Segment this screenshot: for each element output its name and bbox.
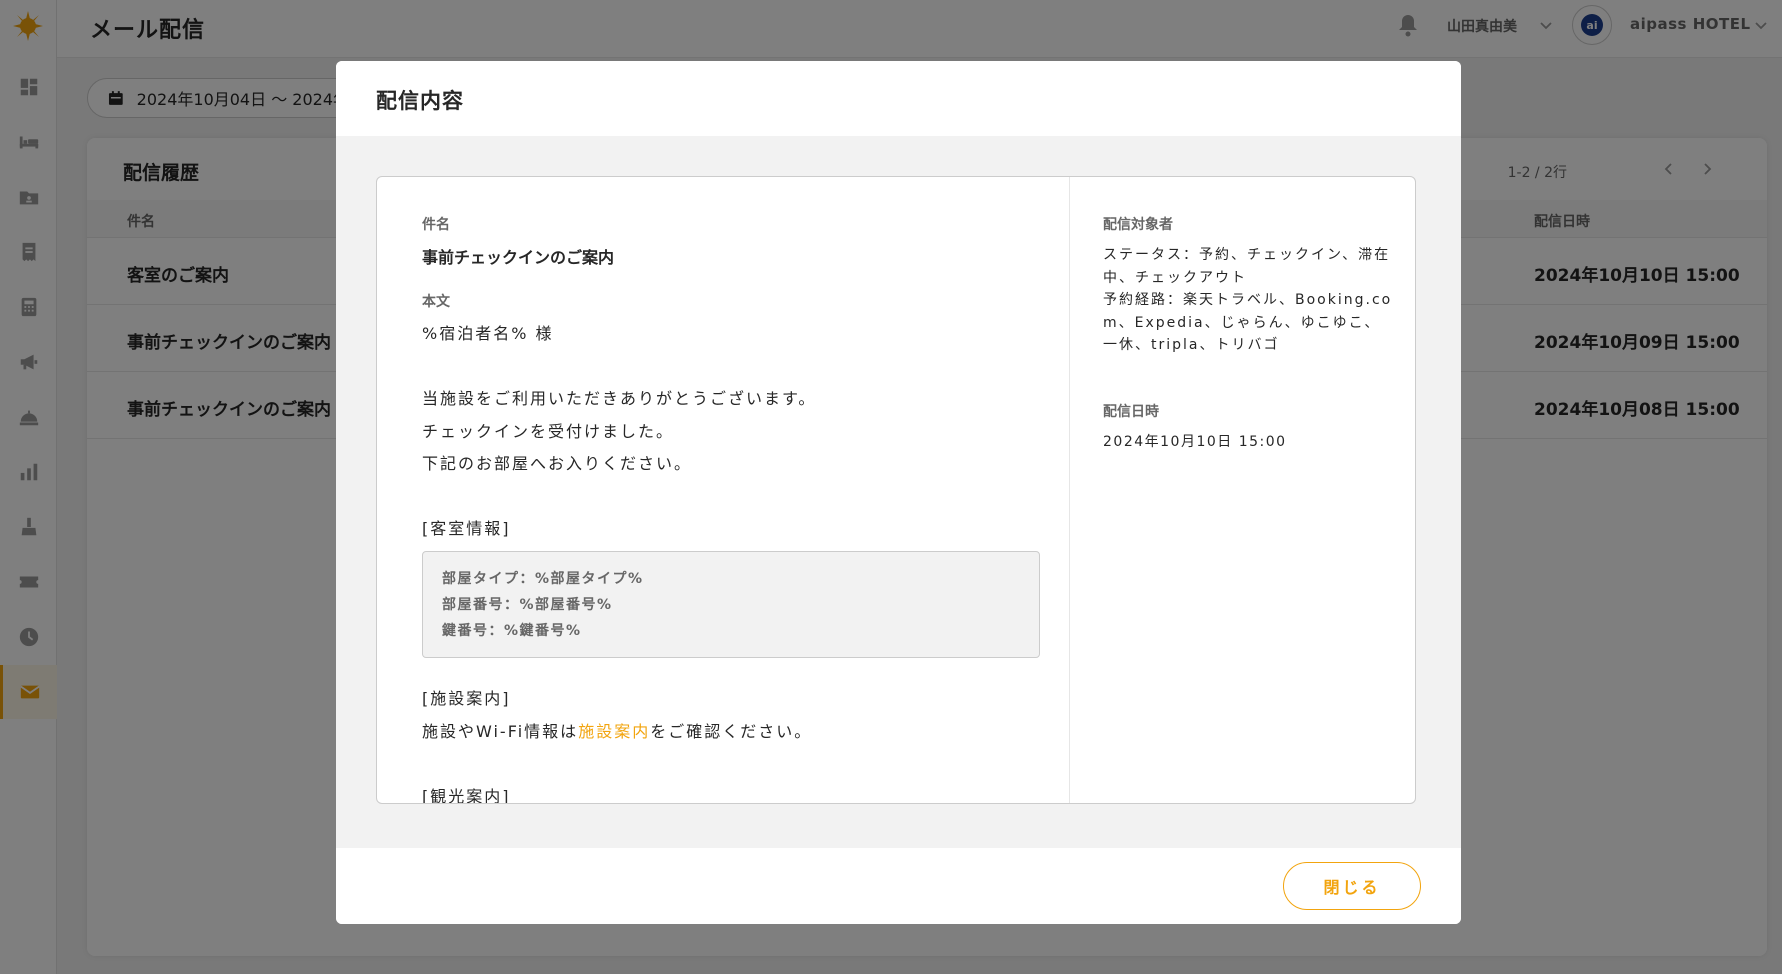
target-label: 配信対象者 [1103,217,1173,233]
body-label: 本文 [422,294,450,310]
room-type-line: 部屋タイプ：%部屋タイプ% [442,571,644,587]
modal-footer: 閉じる [336,848,1461,924]
room-info-heading: [客室情報] [422,519,511,538]
subject-value: 事前チェックインのご案内 [422,248,615,267]
facility-suffix: をご確認ください。 [650,722,813,741]
modal-body: 件名 事前チェックインのご案内 本文 %宿泊者名% 様 当施設をご利用いただきあ… [336,136,1461,848]
body-line: 下記のお部屋へお入りください。 [422,454,693,473]
mail-content-column: 件名 事前チェックインのご案内 本文 %宿泊者名% 様 当施設をご利用いただきあ… [377,177,1070,804]
delivery-date-value: 2024年10月10日 15:00 [1103,434,1287,450]
body-line: 当施設をご利用いただきありがとうございます。 [422,389,817,408]
delivery-date-label: 配信日時 [1103,404,1159,420]
body-line: チェックインを受付けました。 [422,422,675,441]
delivery-info-column: 配信対象者 ステータス：予約、チェックイン、滞在中、チェックアウト 予約経路：楽… [1071,177,1415,803]
close-button[interactable]: 閉じる [1283,862,1421,910]
facility-guide-link[interactable]: 施設案内 [578,722,650,741]
delivery-content-modal: 配信内容 件名 事前チェックインのご案内 本文 %宿泊者名% 様 当施設をご利用… [336,61,1461,924]
facility-prefix: 施設やWi-Fi情報は [422,722,579,741]
content-box[interactable]: 件名 事前チェックインのご案内 本文 %宿泊者名% 様 当施設をご利用いただきあ… [376,176,1416,804]
body-greeting: %宿泊者名% 様 [422,324,554,343]
modal-header: 配信内容 [336,61,1461,136]
target-value: ステータス：予約、チェックイン、滞在中、チェックアウト 予約経路：楽天トラベル、… [1103,247,1393,353]
facility-line: 施設やWi-Fi情報は施設案内をご確認ください。 [422,718,812,742]
tourism-heading: [観光案内] [422,787,511,804]
room-info-box: 部屋タイプ：%部屋タイプ% 部屋番号：%部屋番号% 鍵番号：%鍵番号% [422,551,1040,658]
room-number-line: 部屋番号：%部屋番号% [442,597,613,613]
facility-heading: [施設案内] [422,689,511,708]
modal-title: 配信内容 [376,89,464,113]
subject-label: 件名 [422,217,450,233]
key-number-line: 鍵番号：%鍵番号% [442,623,582,639]
